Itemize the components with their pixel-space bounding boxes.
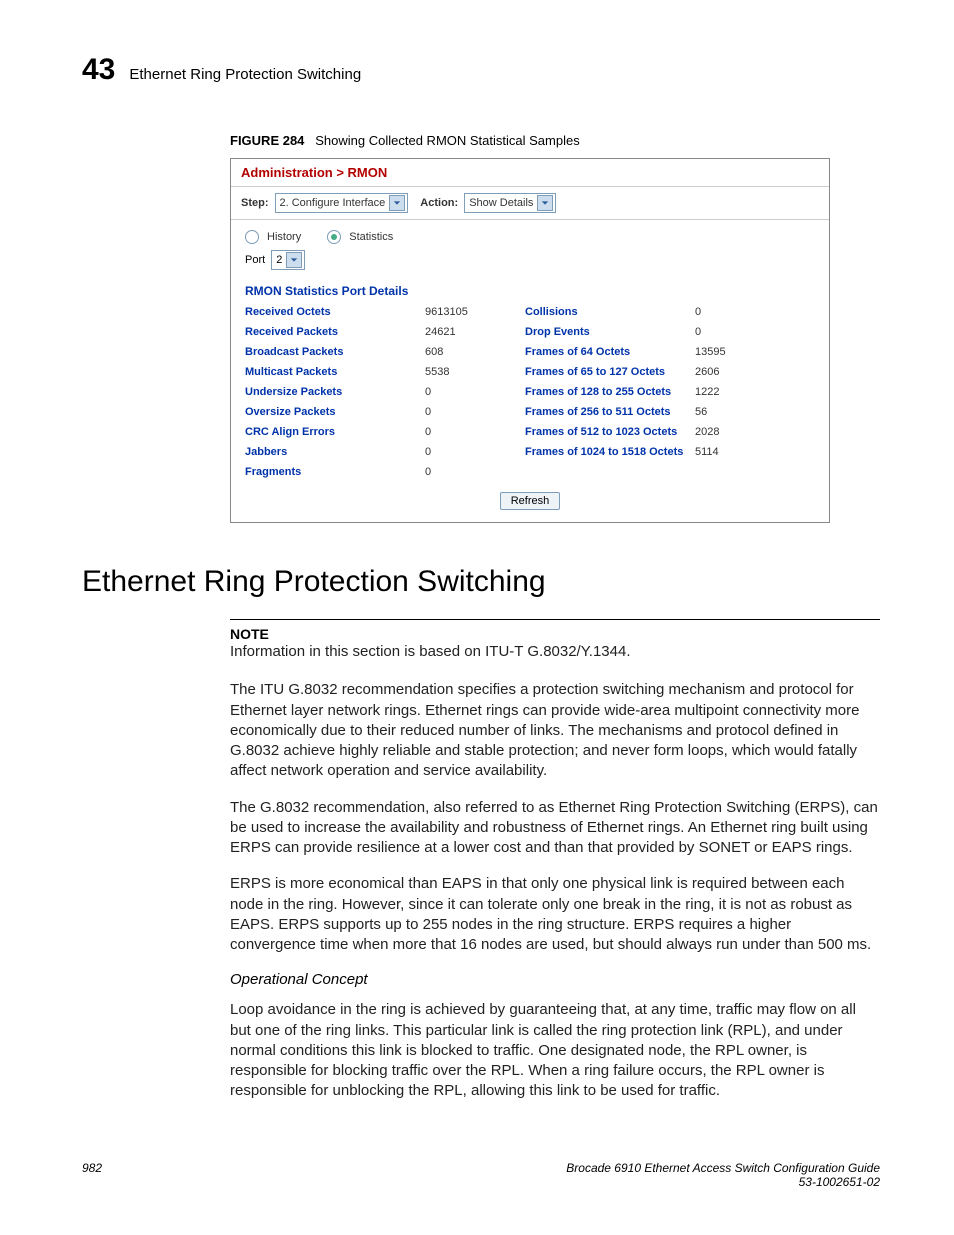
stat-label: Frames of 512 to 1023 Octets xyxy=(525,426,695,438)
chevron-down-icon xyxy=(389,195,405,211)
step-select[interactable]: 2. Configure Interface xyxy=(275,193,409,213)
stat-label: Frames of 128 to 255 Octets xyxy=(525,386,695,398)
stat-value: 9613105 xyxy=(425,306,525,318)
stat-label: Fragments xyxy=(245,466,425,478)
step-label: Step: xyxy=(241,197,269,209)
chapter-title: Ethernet Ring Protection Switching xyxy=(129,66,361,85)
panel-breadcrumb: Administration > RMON xyxy=(231,159,829,187)
paragraph-4: Loop avoidance in the ring is achieved b… xyxy=(230,1000,880,1101)
refresh-button[interactable]: Refresh xyxy=(500,492,561,510)
stat-value: 2028 xyxy=(695,426,775,438)
stat-label: CRC Align Errors xyxy=(245,426,425,438)
stat-value xyxy=(695,466,775,478)
history-radio[interactable] xyxy=(245,230,259,244)
port-label: Port xyxy=(245,254,265,266)
subheading-operational-concept: Operational Concept xyxy=(230,971,880,988)
chevron-down-icon xyxy=(286,252,302,268)
stat-value: 2606 xyxy=(695,366,775,378)
stat-value: 24621 xyxy=(425,326,525,338)
stat-value: 0 xyxy=(425,426,525,438)
stat-value: 5538 xyxy=(425,366,525,378)
doc-number: 53-1002651-02 xyxy=(799,1175,880,1189)
doc-title: Brocade 6910 Ethernet Access Switch Conf… xyxy=(566,1161,880,1175)
action-select-value: Show Details xyxy=(469,197,533,209)
page-header: 43 Ethernet Ring Protection Switching xyxy=(82,55,880,85)
statistics-radio[interactable] xyxy=(327,230,341,244)
stat-label: Frames of 1024 to 1518 Octets xyxy=(525,446,695,458)
stat-value: 608 xyxy=(425,346,525,358)
rmon-panel: Administration > RMON Step: 2. Configure… xyxy=(230,158,830,523)
stat-value: 0 xyxy=(695,326,775,338)
stat-label: Drop Events xyxy=(525,326,695,338)
stat-label xyxy=(525,466,695,478)
page-footer: 982 Brocade 6910 Ethernet Access Switch … xyxy=(82,1161,880,1189)
port-select-value: 2 xyxy=(276,254,282,266)
statistics-radio-label: Statistics xyxy=(349,231,393,243)
stat-value: 1222 xyxy=(695,386,775,398)
section-heading: Ethernet Ring Protection Switching xyxy=(82,565,880,599)
stat-value: 0 xyxy=(695,306,775,318)
stats-grid: Received Octets9613105Collisions0Receive… xyxy=(245,306,815,478)
stat-label: Frames of 256 to 511 Octets xyxy=(525,406,695,418)
history-radio-label: History xyxy=(267,231,301,243)
chevron-down-icon xyxy=(537,195,553,211)
panel-toolbar: Step: 2. Configure Interface Action: Sho… xyxy=(231,187,829,220)
stat-label: Frames of 64 Octets xyxy=(525,346,695,358)
action-select[interactable]: Show Details xyxy=(464,193,556,213)
panel-body: History Statistics Port 2 RMON Statistic… xyxy=(231,220,829,522)
stat-value: 5114 xyxy=(695,446,775,458)
stat-value: 56 xyxy=(695,406,775,418)
port-select[interactable]: 2 xyxy=(271,250,305,270)
stat-value: 0 xyxy=(425,406,525,418)
stat-label: Broadcast Packets xyxy=(245,346,425,358)
stat-label: Multicast Packets xyxy=(245,366,425,378)
figure-label: FIGURE 284 xyxy=(230,133,304,148)
stat-value: 0 xyxy=(425,466,525,478)
step-select-value: 2. Configure Interface xyxy=(280,197,386,209)
action-label: Action: xyxy=(420,197,458,209)
note-block: NOTE Information in this section is base… xyxy=(230,619,880,662)
figure-caption-text: Showing Collected RMON Statistical Sampl… xyxy=(315,133,579,148)
note-text: Information in this section is based on … xyxy=(230,642,880,662)
paragraph-1: The ITU G.8032 recommendation specifies … xyxy=(230,680,880,781)
paragraph-3: ERPS is more economical than EAPS in tha… xyxy=(230,874,880,955)
stat-label: Frames of 65 to 127 Octets xyxy=(525,366,695,378)
stats-section-title: RMON Statistics Port Details xyxy=(245,284,815,298)
stat-label: Oversize Packets xyxy=(245,406,425,418)
stat-label: Collisions xyxy=(525,306,695,318)
page-number: 982 xyxy=(82,1161,102,1189)
chapter-number: 43 xyxy=(82,55,115,85)
paragraph-2: The G.8032 recommendation, also referred… xyxy=(230,798,880,859)
stat-value: 0 xyxy=(425,446,525,458)
figure-caption: FIGURE 284 Showing Collected RMON Statis… xyxy=(230,133,880,148)
stat-value: 0 xyxy=(425,386,525,398)
note-label: NOTE xyxy=(230,626,880,642)
stat-label: Jabbers xyxy=(245,446,425,458)
stat-label: Received Packets xyxy=(245,326,425,338)
stat-label: Received Octets xyxy=(245,306,425,318)
stat-label: Undersize Packets xyxy=(245,386,425,398)
stat-value: 13595 xyxy=(695,346,775,358)
